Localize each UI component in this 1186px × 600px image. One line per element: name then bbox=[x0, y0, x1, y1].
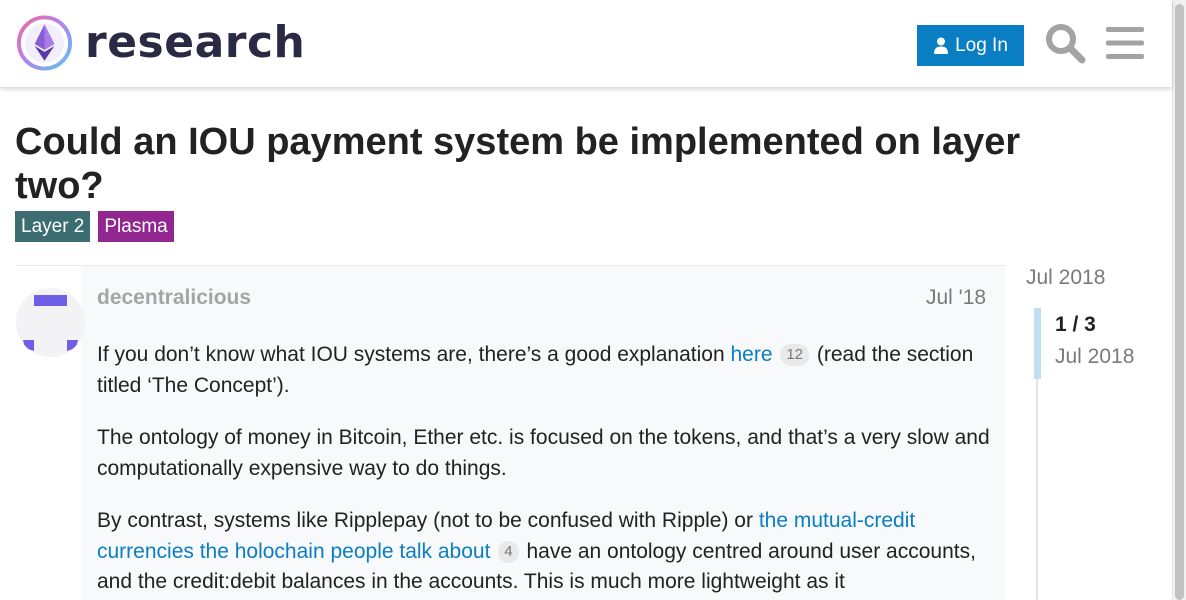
timeline-start-date[interactable]: Jul 2018 bbox=[1026, 266, 1105, 290]
avatar-image bbox=[23, 295, 78, 351]
post-paragraph-3: By contrast, systems like Ripplepay (not… bbox=[97, 506, 992, 598]
ethereum-research-logo-icon bbox=[16, 15, 73, 71]
page: research Log In Could an IOU payment sys… bbox=[0, 0, 1186, 600]
scrollbar-thumb[interactable] bbox=[1175, 4, 1184, 600]
tag-layer-2[interactable]: Layer 2 bbox=[15, 211, 91, 242]
post-content: If you don’t know what IOU systems are, … bbox=[97, 340, 992, 600]
hamburger-menu-icon[interactable] bbox=[1106, 26, 1144, 60]
avatar[interactable] bbox=[16, 288, 85, 357]
timeline-current-date: Jul 2018 bbox=[1055, 345, 1135, 368]
site-header: research Log In bbox=[0, 0, 1172, 87]
paragraph-text: By contrast, systems like Ripplepay (not… bbox=[97, 509, 759, 532]
timeline-position: 1 / 3 bbox=[1055, 313, 1096, 336]
topic-title[interactable]: Could an IOU payment system be implement… bbox=[15, 120, 1075, 208]
post-paragraph-2: The ontology of money in Bitcoin, Ether … bbox=[97, 426, 990, 480]
post-paragraph-1: If you don’t know what IOU systems are, … bbox=[97, 340, 992, 401]
search-icon[interactable] bbox=[1044, 22, 1086, 64]
post-username[interactable]: decentralicious bbox=[97, 286, 251, 310]
user-icon bbox=[934, 37, 949, 54]
topic-tags: Layer 2 Plasma bbox=[15, 211, 174, 242]
login-button-label: Log In bbox=[955, 34, 1008, 56]
post-date[interactable]: Jul '18 bbox=[926, 286, 986, 310]
paragraph-text: If you don’t know what IOU systems are, … bbox=[97, 343, 731, 366]
site-logo[interactable]: research bbox=[16, 14, 305, 72]
tag-plasma[interactable]: Plasma bbox=[98, 211, 174, 242]
page-scrollbar[interactable] bbox=[1172, 0, 1186, 600]
link-click-count: 4 bbox=[498, 540, 519, 563]
login-button[interactable]: Log In bbox=[917, 25, 1024, 66]
site-logo-text: research bbox=[85, 17, 306, 68]
link-click-count: 12 bbox=[780, 344, 810, 366]
here-link[interactable]: here bbox=[730, 343, 772, 366]
timeline-scroll-handle[interactable] bbox=[1034, 308, 1041, 379]
